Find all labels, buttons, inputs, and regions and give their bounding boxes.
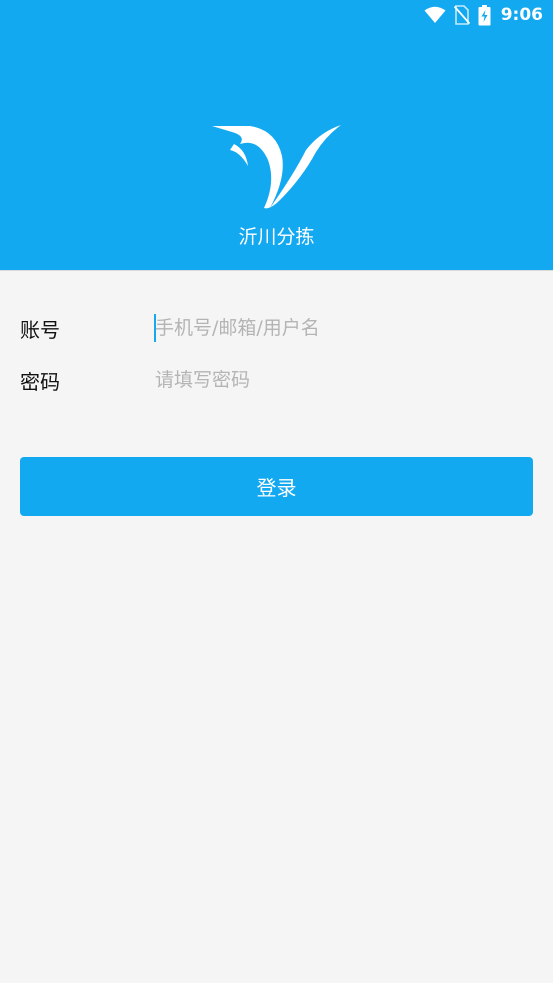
no-sim-icon xyxy=(453,5,470,25)
login-button[interactable]: 登录 xyxy=(20,457,533,516)
wifi-icon xyxy=(424,6,446,24)
account-row: 账号 xyxy=(0,308,553,348)
app-name: 沂川分拣 xyxy=(238,226,315,248)
status-time: 9:06 xyxy=(500,5,543,25)
account-input[interactable] xyxy=(155,311,525,345)
account-label: 账号 xyxy=(20,317,60,342)
password-input[interactable] xyxy=(155,363,525,397)
bird-logo xyxy=(210,122,344,212)
password-row: 密码 xyxy=(0,360,553,400)
password-label: 密码 xyxy=(20,369,60,394)
status-bar: 9:06 xyxy=(424,0,553,30)
battery-charging-icon xyxy=(478,4,491,26)
header: 9:06 沂川分拣 xyxy=(0,0,553,271)
